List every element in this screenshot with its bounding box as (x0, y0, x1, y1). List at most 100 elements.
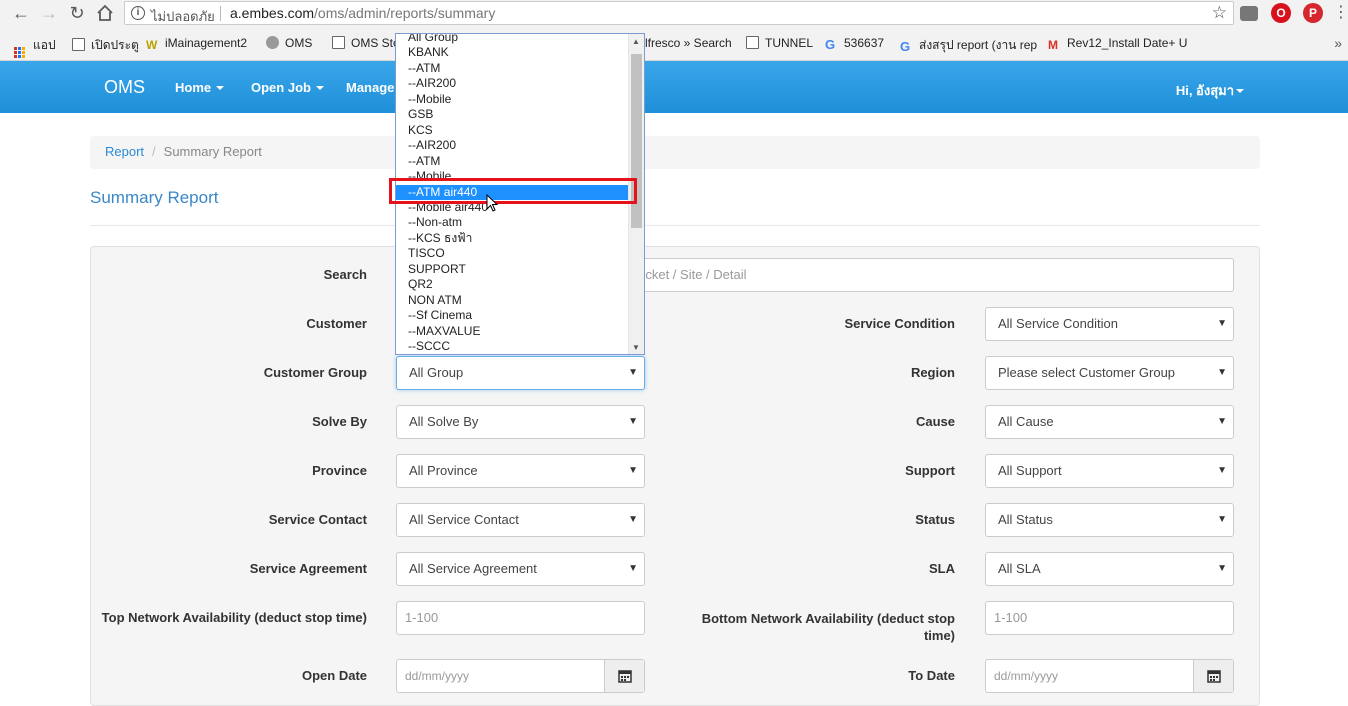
dropdown-option[interactable]: All Group (396, 34, 628, 45)
caret-down-icon (315, 86, 324, 90)
red-highlight-annotation (389, 178, 637, 204)
url-text[interactable]: a.embes.com/oms/admin/reports/summary (230, 5, 495, 21)
cause-select[interactable]: All Cause ▼ (985, 405, 1234, 439)
bookmark-item[interactable]: OMS (266, 36, 312, 50)
calendar-icon[interactable] (1193, 660, 1233, 692)
omnibox-divider (220, 6, 221, 21)
service-condition-select[interactable]: All Service Condition ▼ (985, 307, 1234, 341)
dropdown-option[interactable]: --SCCC (396, 339, 628, 354)
dropdown-option[interactable]: --AIR200 (396, 76, 628, 91)
mouse-cursor-icon (486, 194, 499, 212)
solve-by-select[interactable]: All Solve By ▼ (396, 405, 645, 439)
open-date-label: Open Date (301, 668, 367, 683)
google-icon: G (900, 39, 911, 54)
service-agreement-select[interactable]: All Service Agreement ▼ (396, 552, 645, 586)
bookmark-apps[interactable]: แอป (14, 36, 56, 58)
breadcrumb-divider: / (152, 144, 156, 159)
bookmark-item[interactable]: เปิดประตู (72, 36, 139, 55)
region-select[interactable]: Please select Customer Group ▼ (985, 356, 1234, 390)
dropdown-option[interactable]: KCS (396, 123, 628, 138)
sla-label: SLA (929, 561, 955, 576)
breadcrumb-report-link[interactable]: Report (105, 144, 144, 159)
service-contact-label: Service Contact (268, 512, 367, 527)
pinterest-icon[interactable]: P (1303, 3, 1323, 23)
bookmark-item[interactable]: M Rev12_Install Date+ U (1048, 36, 1187, 52)
dropdown-option[interactable]: --Sf Cinema (396, 308, 628, 323)
dropdown-option[interactable]: --AIR200 (396, 138, 628, 153)
breadcrumb-current: Summary Report (163, 144, 262, 159)
scroll-down-arrow-icon[interactable]: ▼ (632, 343, 640, 352)
scroll-up-arrow-icon[interactable]: ▲ (632, 37, 640, 46)
bookmark-item[interactable]: WiMainagement2 (146, 36, 247, 52)
customer-label: Customer (306, 316, 367, 331)
caret-down-icon (1236, 89, 1244, 93)
page-icon (746, 36, 759, 49)
region-label: Region (910, 365, 955, 380)
open-date-input[interactable]: dd/mm/yyyy (396, 659, 645, 693)
dropdown-option[interactable]: --MAXVALUE (396, 324, 628, 339)
status-select[interactable]: All Status ▼ (985, 503, 1234, 537)
top-network-input[interactable]: 1-100 (396, 601, 645, 635)
nav-open-job[interactable]: Open Job (251, 80, 324, 95)
bookmark-item[interactable]: lfresco » Search (645, 36, 732, 50)
dropdown-option[interactable]: NON ATM (396, 293, 628, 308)
bottom-network-input[interactable]: 1-100 (985, 601, 1234, 635)
dropdown-arrow-icon: ▼ (628, 563, 638, 574)
bookmark-item[interactable]: TUNNEL (746, 36, 813, 50)
solve-by-label: Solve By (312, 414, 367, 429)
search-label: Search (323, 267, 367, 282)
dropdown-option[interactable]: KBANK (396, 45, 628, 60)
page-title: Summary Report (90, 188, 219, 207)
info-icon[interactable]: i (131, 6, 145, 20)
province-label: Province (312, 463, 367, 478)
brand-logo[interactable]: OMS (104, 77, 145, 98)
dropdown-arrow-icon: ▼ (1217, 416, 1227, 427)
cause-label: Cause (915, 414, 955, 429)
customer-group-label: Customer Group (263, 365, 367, 380)
dropdown-arrow-icon: ▼ (1217, 318, 1227, 329)
camera-icon[interactable] (1240, 6, 1258, 21)
sla-select[interactable]: All SLA ▼ (985, 552, 1234, 586)
dropdown-option[interactable]: --KCS ธงฟ้า (396, 231, 628, 246)
status-label: Status (915, 512, 955, 527)
caret-down-icon (216, 86, 225, 90)
bookmark-item[interactable]: G ส่งสรุป report (งาน rep (900, 36, 1037, 55)
dropdown-option[interactable]: TISCO (396, 246, 628, 261)
back-arrow-icon[interactable]: ← (10, 2, 32, 24)
dropdown-arrow-icon: ▼ (628, 367, 638, 378)
dropdown-option[interactable]: --ATM (396, 61, 628, 76)
forward-arrow-icon[interactable]: → (38, 2, 60, 24)
dropdown-option[interactable]: --ATM (396, 154, 628, 169)
service-contact-select[interactable]: All Service Contact ▼ (396, 503, 645, 537)
dropdown-option[interactable]: GSB (396, 107, 628, 122)
address-bar[interactable]: i ไม่ปลอดภัย a.embes.com/oms/admin/repor… (124, 1, 1234, 25)
reload-icon[interactable]: ↻ (66, 2, 88, 24)
bookmark-item[interactable]: OMS Sto (332, 36, 400, 50)
browser-toolbar: ← → ↻ i ไม่ปลอดภัย a.embes.com/oms/admin… (0, 0, 1348, 27)
menu-kebab-icon[interactable]: ⋮ (1333, 2, 1348, 24)
customer-group-select[interactable]: All Group ▼ (396, 356, 645, 390)
user-menu[interactable]: Hi, อังสุมา (1176, 80, 1244, 101)
province-select[interactable]: All Province ▼ (396, 454, 645, 488)
calendar-icon[interactable] (604, 660, 644, 692)
more-bookmarks-icon[interactable]: » (1334, 35, 1342, 51)
opera-extension-icon[interactable]: O (1271, 3, 1291, 23)
nav-home[interactable]: Home (175, 80, 225, 95)
bookmark-item[interactable]: G 536637 (825, 36, 884, 52)
security-label: ไม่ปลอดภัย (151, 9, 215, 24)
dropdown-option[interactable]: --Non-atm (396, 215, 628, 230)
dropdown-option[interactable]: SUPPORT (396, 262, 628, 277)
bookmark-star-icon[interactable]: ☆ (1212, 3, 1227, 23)
to-date-input[interactable]: dd/mm/yyyy (985, 659, 1234, 693)
imanage-icon: W (146, 38, 158, 52)
nav-manage[interactable]: Manage (346, 80, 394, 95)
dropdown-arrow-icon: ▼ (628, 416, 638, 427)
dropdown-arrow-icon: ▼ (1217, 563, 1227, 574)
dropdown-option[interactable]: QR2 (396, 277, 628, 292)
to-date-label: To Date (908, 668, 955, 683)
home-icon[interactable] (94, 2, 116, 24)
support-select[interactable]: All Support ▼ (985, 454, 1234, 488)
dropdown-option[interactable]: --Mobile (396, 92, 628, 107)
dropdown-arrow-icon: ▼ (1217, 367, 1227, 378)
bookmarks-bar: แอป เปิดประตู WiMainagement2 OMS OMS Sto… (0, 27, 1348, 61)
